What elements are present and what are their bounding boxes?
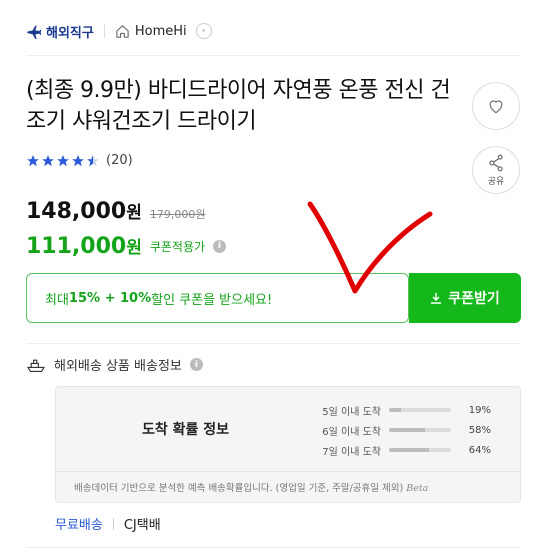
arrival-row-percent: 19% [468,404,491,416]
star-icon [57,154,69,166]
coupon-price-row: 111,000원 쿠폰적용가 i [26,233,227,259]
sale-price-value: 148,000 [26,199,127,224]
sale-price: 148,000원 [26,198,142,224]
divider [26,547,520,548]
original-price: 179,000원 [149,208,206,221]
star-icon [27,154,39,166]
price-row: 148,000원 179,000원 [26,198,205,224]
arrival-row-label: 6일 이내 도착 [322,426,381,438]
arrival-probability-panel: 도착 확률 정보 5일 이내 도착 19% 6일 이내 도착 58% 7일 이내… [55,386,521,503]
coupon-banner-prefix: 최대 [45,292,69,308]
arrival-rows: 5일 이내 도착 19% 6일 이내 도착 58% 7일 이내 도착 64% [315,400,491,460]
info-icon[interactable]: i [213,239,227,253]
arrival-row-label: 7일 이내 도착 [322,446,381,458]
arrival-bar [389,428,451,432]
get-coupon-button[interactable]: 쿠폰받기 [409,273,521,323]
store-name: HomeHi [134,23,187,39]
store-link[interactable]: HomeHi › [115,23,212,39]
divider [26,55,520,56]
coupon-price: 111,000원 [26,233,142,259]
arrival-bar [389,448,451,452]
separator [112,517,114,530]
arrival-row: 5일 이내 도착 19% [315,400,491,420]
coupon-banner: 최대 15% + 10% 할인 쿠폰을 받으세요! [26,273,409,323]
currency-label: 원 [126,238,142,258]
shipping-header: 해외배송 상품 배송정보 i [26,355,203,374]
arrival-title: 도착 확률 정보 [142,422,230,438]
airplane-icon [27,25,42,39]
star-icon [72,154,84,166]
ship-icon [27,359,45,372]
arrival-row-percent: 58% [468,424,491,436]
arrival-row-percent: 64% [468,444,491,456]
coupon-applied-label: 쿠폰적용가 [149,239,206,254]
shipping-section-title: 해외배송 상품 배송정보 [54,359,182,374]
star-icon [42,154,54,166]
arrival-bar-fill [389,428,425,432]
share-button[interactable]: 공유 [472,146,520,194]
review-count: (20) [106,153,133,168]
product-title: (최종 9.9만) 바디드라이어 자연풍 온풍 전신 건조기 샤워건조기 드라이… [26,78,451,134]
wishlist-button[interactable] [472,82,520,130]
arrival-bar-fill [389,408,401,412]
coupon-banner-suffix: 할인 쿠폰을 받으세요! [151,292,273,308]
share-label: 공유 [487,177,505,187]
home-icon [116,24,129,38]
heart-icon [489,100,503,114]
share-icon [489,154,503,172]
chevron-right-icon: › [195,23,212,39]
beta-label: Beta [406,483,429,494]
shipping-footer: 무료배송 CJ택배 [55,514,161,533]
star-rating [26,154,100,168]
arrival-bar [389,408,451,412]
download-icon [431,293,442,304]
carrier-name: CJ택배 [123,518,161,533]
free-shipping-label: 무료배송 [55,518,103,533]
arrival-row-label: 5일 이내 도착 [322,406,381,418]
info-icon[interactable]: i [189,358,203,371]
overseas-badge[interactable]: 해외직구 [26,22,94,41]
currency-label: 원 [126,203,142,223]
overseas-label: 해외직구 [46,25,94,41]
arrival-row: 7일 이내 도착 64% [315,440,491,460]
rating[interactable]: (20) [26,153,133,168]
coupon-banner-discount: 15% + 10% [68,290,152,306]
coupon-price-value: 111,000 [26,234,127,259]
divider [56,471,520,472]
separator [103,24,105,38]
divider [26,343,520,344]
arrival-bar-fill [389,448,429,452]
get-coupon-label: 쿠폰받기 [448,291,500,307]
half-star-icon [87,154,99,166]
arrival-row: 6일 이내 도착 58% [315,420,491,440]
seller-row: 해외직구 HomeHi › [26,18,212,44]
arrival-note-text: 배송데이터 기반으로 분석한 예측 배송확률입니다. (영업일 기준, 주말/공… [74,483,404,494]
arrival-note: 배송데이터 기반으로 분석한 예측 배송확률입니다. (영업일 기준, 주말/공… [74,480,428,494]
